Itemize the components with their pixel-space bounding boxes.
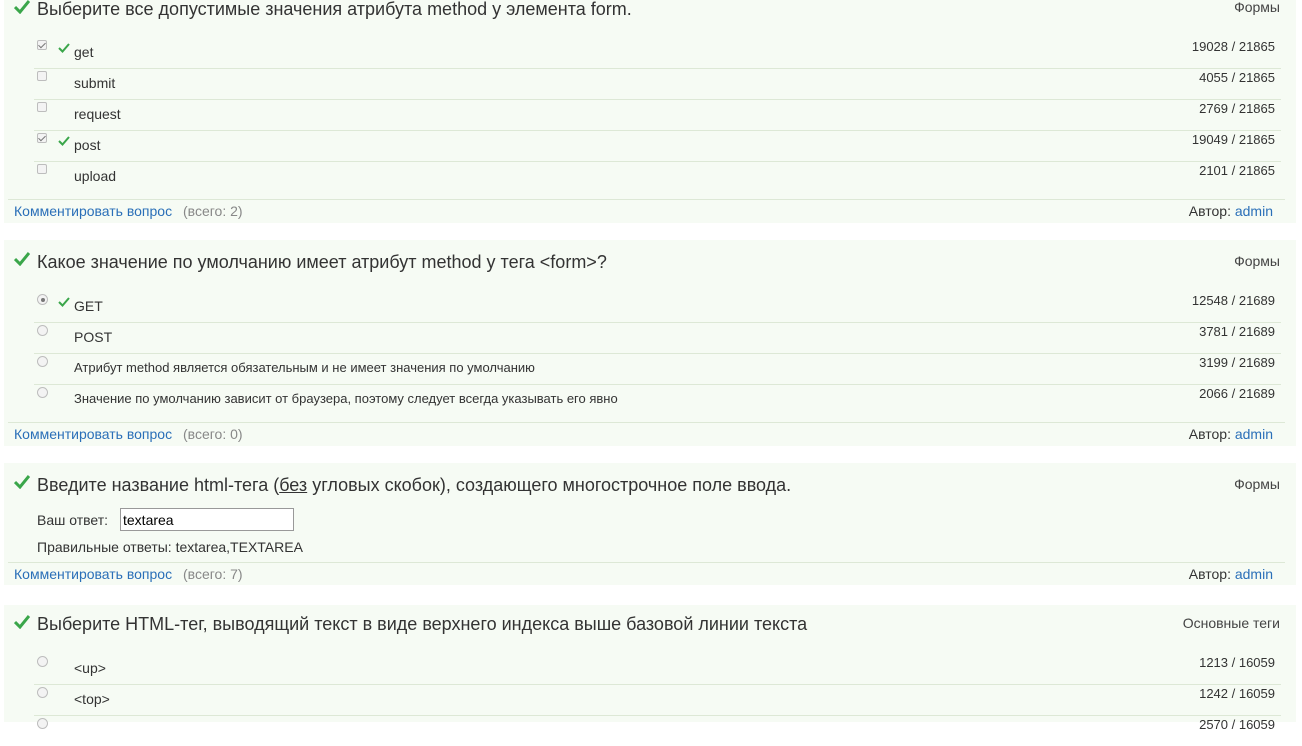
option-stats: 19049 / 21865 (1191, 132, 1275, 147)
author-prefix: Автор: (1188, 426, 1231, 442)
option-checkbox[interactable] (37, 133, 47, 143)
option-stats: 2066 / 21689 (1199, 386, 1275, 401)
option-stats: 2570 / 16059 (1199, 717, 1275, 732)
author-link[interactable]: admin (1235, 203, 1273, 219)
option-label: Значение по умолчанию зависит от браузер… (74, 391, 618, 406)
answered-check-icon (14, 0, 30, 14)
question-footer: Комментировать вопрос (всего: 2) Автор: … (8, 199, 1285, 222)
option-checkbox[interactable] (37, 40, 47, 50)
question-footer: Комментировать вопрос (всего: 7) Автор: … (8, 562, 1285, 585)
option-label: get (74, 44, 94, 60)
question-card: Какое значение по умолчанию имеет атрибу… (4, 240, 1296, 446)
answer-option[interactable]: submit 4055 / 21865 (34, 68, 1281, 100)
correct-tick-icon (58, 136, 70, 146)
option-stats: 3199 / 21689 (1199, 355, 1275, 370)
option-stats: 1242 / 16059 (1199, 686, 1275, 701)
correct-tick-icon (58, 43, 70, 53)
answer-option[interactable]: post 19049 / 21865 (34, 130, 1281, 162)
title-text: угловых скобок), создающего многострочно… (307, 475, 792, 495)
option-checkbox[interactable] (37, 71, 47, 81)
question-category[interactable]: Формы (1234, 475, 1280, 493)
author-link[interactable]: admin (1235, 566, 1273, 582)
option-radio[interactable] (37, 656, 48, 667)
comment-question-link[interactable]: Комментировать вопрос (14, 426, 172, 442)
author-info: Автор: admin (1189, 203, 1273, 219)
option-label: submit (74, 75, 116, 91)
option-label: POST (74, 329, 113, 345)
answered-check-icon (14, 252, 30, 266)
option-radio[interactable] (37, 325, 48, 336)
correct-answers-value: textarea,TEXTAREA (175, 539, 303, 555)
question-card: Выберите все допустимые значения атрибут… (4, 0, 1296, 223)
option-stats: 19028 / 21865 (1191, 39, 1275, 54)
comment-question-link[interactable]: Комментировать вопрос (14, 203, 172, 219)
comment-count: (всего: 7) (183, 566, 243, 582)
option-label: post (74, 137, 101, 153)
answer-option[interactable]: <top> 1242 / 16059 (34, 684, 1281, 716)
option-label: <up> (74, 660, 106, 676)
answered-check-icon (14, 475, 30, 489)
question-category[interactable]: Формы (1234, 252, 1280, 270)
your-answer-label: Ваш ответ: (37, 512, 109, 528)
option-stats: 12548 / 21689 (1191, 293, 1275, 308)
title-text: Введите название html-тега ( (37, 475, 280, 495)
question-title: Какое значение по умолчанию имеет атрибу… (37, 252, 607, 272)
correct-answers-prefix: Правильные ответы: (37, 539, 172, 555)
option-label: GET (74, 298, 103, 314)
question-title: Выберите HTML-тег, выводящий текст в вид… (37, 614, 808, 634)
answer-option[interactable]: request 2769 / 21865 (34, 99, 1281, 131)
answer-input[interactable] (120, 508, 294, 531)
comment-count: (всего: 2) (183, 203, 243, 219)
question-card: Введите название html-тега (без угловых … (4, 463, 1296, 585)
question-card: Выберите HTML-тег, выводящий текст в вид… (4, 605, 1296, 732)
option-radio[interactable] (37, 718, 48, 729)
answer-option[interactable]: get 19028 / 21865 (34, 37, 1281, 69)
author-prefix: Автор: (1188, 566, 1231, 582)
question-footer: Комментировать вопрос (всего: 0) Автор: … (8, 422, 1285, 445)
author-prefix: Автор: (1188, 203, 1231, 219)
option-stats: 4055 / 21865 (1199, 70, 1275, 85)
option-stats: 1213 / 16059 (1199, 655, 1275, 670)
question-category[interactable]: Основные теги (1183, 614, 1280, 632)
answer-option[interactable]: upload 2101 / 21865 (34, 161, 1281, 192)
comment-question-link[interactable]: Комментировать вопрос (14, 566, 172, 582)
option-radio[interactable] (37, 356, 48, 367)
option-checkbox[interactable] (37, 102, 47, 112)
answered-check-icon (14, 615, 30, 629)
question-title: Выберите все допустимые значения атрибут… (37, 0, 632, 19)
answer-option[interactable]: <up> 1213 / 16059 (34, 653, 1281, 685)
author-info: Автор: admin (1189, 426, 1273, 442)
option-stats: 3781 / 21689 (1199, 324, 1275, 339)
option-radio[interactable] (37, 294, 48, 305)
option-radio[interactable] (37, 687, 48, 698)
option-label: <top> (74, 691, 110, 707)
option-label: Атрибут method является обязательным и н… (74, 360, 535, 375)
option-stats: 2101 / 21865 (1199, 163, 1275, 178)
option-stats: 2769 / 21865 (1199, 101, 1275, 116)
author-link[interactable]: admin (1235, 426, 1273, 442)
answer-option[interactable]: POST 3781 / 21689 (34, 322, 1281, 354)
option-label: upload (74, 168, 117, 184)
correct-answers: Правильные ответы: textarea,TEXTAREA (37, 539, 303, 555)
answer-option[interactable]: 2570 / 16059 (34, 715, 1281, 746)
correct-tick-icon (58, 297, 70, 307)
comment-count: (всего: 0) (183, 426, 243, 442)
answer-option[interactable]: Значение по умолчанию зависит от браузер… (34, 384, 1281, 415)
option-radio[interactable] (37, 387, 48, 398)
answer-option[interactable]: Атрибут method является обязательным и н… (34, 353, 1281, 385)
answer-option[interactable]: GET 12548 / 21689 (34, 291, 1281, 323)
question-title: Введите название html-тега (без угловых … (37, 474, 791, 496)
question-category[interactable]: Формы (1234, 0, 1280, 16)
author-info: Автор: admin (1189, 566, 1273, 582)
option-label: request (74, 106, 121, 122)
option-checkbox[interactable] (37, 164, 47, 174)
title-emphasis: без (279, 475, 308, 495)
